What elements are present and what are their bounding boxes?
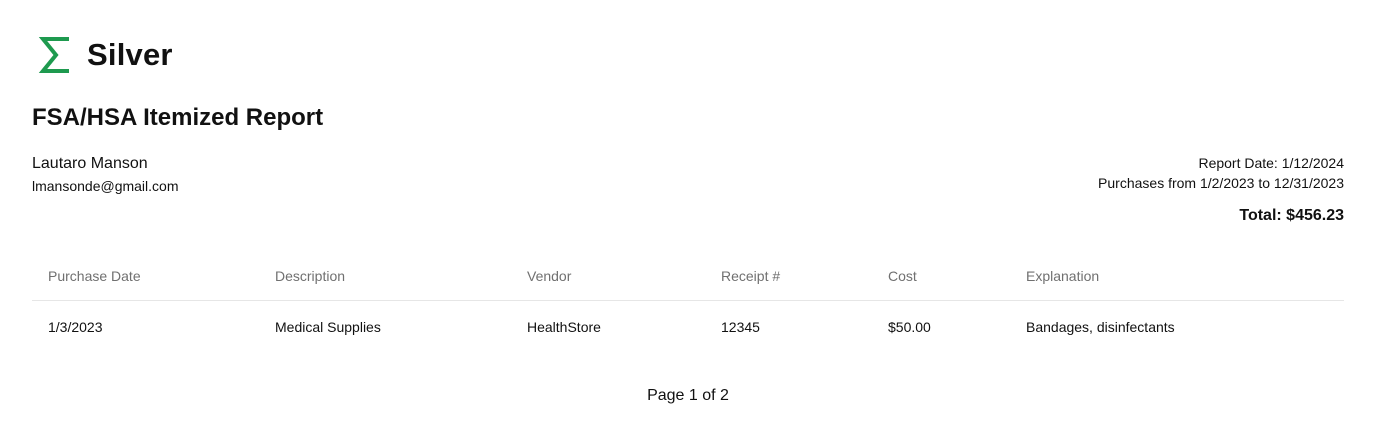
column-header-vendor: Vendor xyxy=(527,267,572,284)
column-header-receipt: Receipt # xyxy=(721,267,781,284)
column-header-explanation: Explanation xyxy=(1026,267,1100,284)
purchases-table: Purchase Date Description Vendor Receipt… xyxy=(32,251,1344,353)
sigma-icon xyxy=(38,37,69,73)
cell-description: Medical Supplies xyxy=(275,319,381,335)
cell-purchase-date: 1/3/2023 xyxy=(48,319,103,335)
page-indicator: Page 1 of 2 xyxy=(647,387,729,404)
column-header-description: Description xyxy=(275,267,346,284)
user-name: Lautaro Manson xyxy=(32,155,148,172)
cell-cost: $50.00 xyxy=(888,319,931,335)
purchase-range: Purchases from 1/2/2023 to 12/31/2023 xyxy=(1098,175,1344,191)
cell-receipt: 12345 xyxy=(721,319,760,335)
brand-logo: Silver xyxy=(38,34,173,76)
report-meta: Report Date: 1/12/2024 Purchases from 1/… xyxy=(1098,153,1344,225)
cell-explanation: Bandages, disinfectants xyxy=(1026,319,1175,335)
column-header-cost: Cost xyxy=(888,267,917,284)
report-title: FSA/HSA Itemized Report xyxy=(32,104,324,131)
report-total: Total: $456.23 xyxy=(1239,207,1344,224)
table-header: Purchase Date Description Vendor Receipt… xyxy=(32,251,1344,301)
column-header-purchase-date: Purchase Date xyxy=(48,267,141,284)
user-email: lmansonde@gmail.com xyxy=(32,178,179,194)
report-date: Report Date: 1/12/2024 xyxy=(1198,155,1344,171)
table-row: 1/3/2023 Medical Supplies HealthStore 12… xyxy=(32,301,1344,353)
brand-name: Silver xyxy=(87,37,173,72)
cell-vendor: HealthStore xyxy=(527,319,601,335)
